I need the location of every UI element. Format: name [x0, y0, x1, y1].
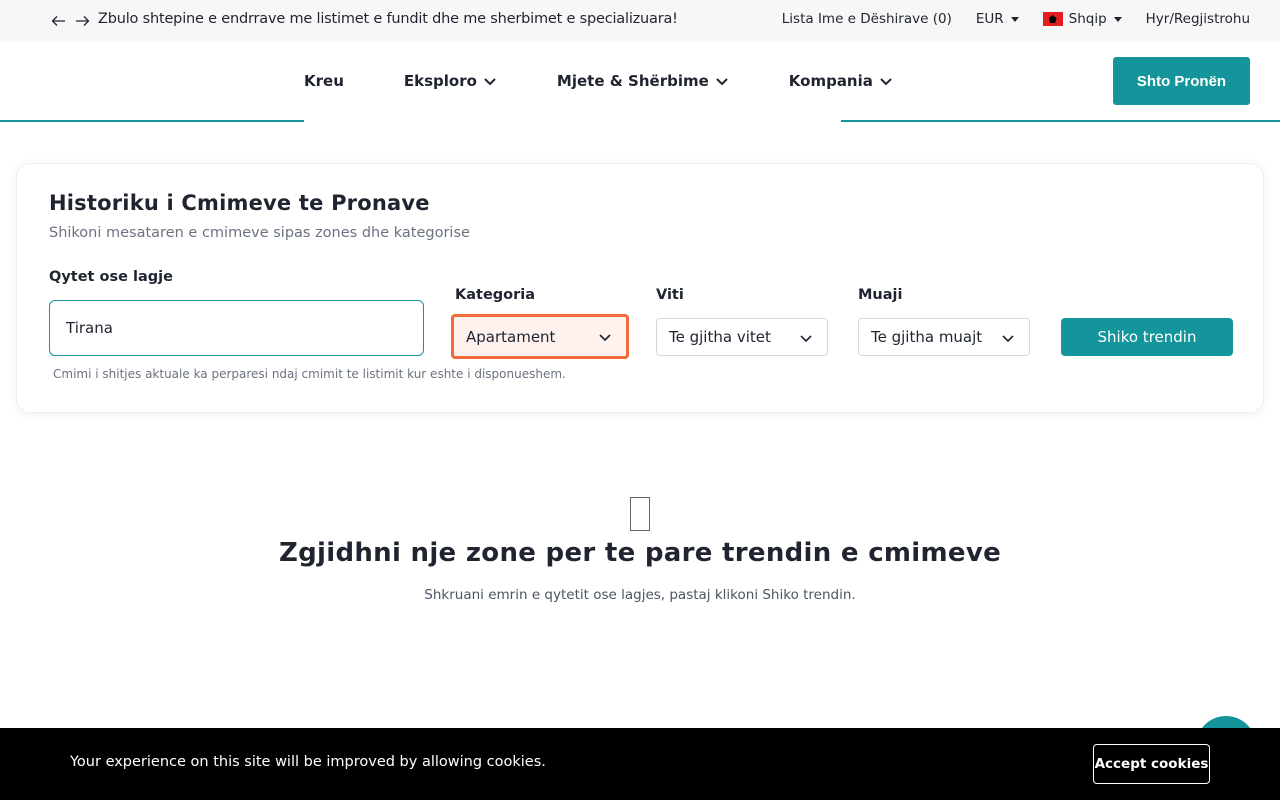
price-hint: Cmimi i shitjes aktuale ka perparesi nda… — [53, 367, 566, 381]
chevron-down-icon — [599, 334, 611, 342]
category-label: Kategoria — [455, 287, 536, 303]
caret-down-icon — [1113, 16, 1122, 22]
announcement-text: Zbulo shtepine e endrrave me listimet e … — [98, 11, 678, 27]
login-link[interactable]: Hyr/Regjistrohu — [1146, 11, 1250, 27]
month-select[interactable]: Te gjitha muajt — [858, 318, 1030, 356]
nav-item-label: Eksploro — [403, 72, 477, 90]
year-select[interactable]: Te gjitha vitet — [656, 318, 828, 356]
city-label: Qytet ose lagje — [49, 269, 173, 285]
category-select[interactable]: Apartament — [451, 314, 629, 359]
nav-item-mjete-sherbime[interactable]: Mjete & Shërbime — [557, 72, 729, 90]
nav-highlight — [304, 120, 841, 122]
language-dropdown[interactable]: Shqip — [1042, 11, 1122, 27]
nav-item-eksploro[interactable]: Eksploro — [404, 72, 497, 90]
page-title: Historiku i Cmimeve te Pronave — [49, 191, 430, 215]
nav-item-kompania[interactable]: Kompania — [789, 72, 893, 90]
arrow-left-icon[interactable] — [50, 12, 66, 30]
topbar-actions: Lista Ime e Dëshirave (0) EUR Shqip Hyr/… — [758, 11, 1250, 27]
page-subtitle: Shikoni mesataren e cmimeve sipas zones … — [49, 225, 470, 241]
month-value: Te gjitha muajt — [871, 328, 983, 346]
chevron-down-icon — [716, 78, 728, 86]
chevron-down-icon — [1002, 335, 1014, 343]
nav-item-label: Kompania — [788, 72, 873, 90]
chevron-down-icon — [880, 78, 892, 86]
announcement-arrows — [50, 12, 90, 30]
cookie-banner: Your experience on this site will be imp… — [0, 728, 1280, 800]
nav-item-label: Kreu — [304, 72, 344, 90]
add-property-button[interactable]: Shto Pronën — [1113, 57, 1250, 105]
albania-flag-icon — [1042, 12, 1063, 26]
empty-state-subtitle: Shkruani emrin e qytetit ose lagjes, pas… — [424, 587, 856, 603]
caret-down-icon — [1010, 16, 1019, 22]
accept-cookies-button[interactable]: Accept cookies — [1093, 744, 1210, 784]
language-label: Shqip — [1068, 11, 1107, 27]
show-trend-button[interactable]: Shiko trendin — [1061, 318, 1233, 356]
arrow-right-icon[interactable] — [74, 12, 90, 30]
empty-state-title: Zgjidhni nje zone per te pare trendin e … — [278, 538, 1002, 568]
currency-dropdown[interactable]: EUR — [976, 11, 1019, 27]
year-value: Te gjitha vitet — [669, 328, 771, 346]
wishlist-link[interactable]: Lista Ime e Dëshirave (0) — [782, 11, 952, 27]
year-label: Viti — [656, 287, 684, 303]
chart-placeholder-icon — [630, 497, 650, 531]
chevron-down-icon — [484, 78, 496, 86]
nav-item-kreu[interactable]: Kreu — [304, 72, 344, 90]
cookie-message: Your experience on this site will be imp… — [70, 754, 546, 770]
price-history-search-card: Historiku i Cmimeve te Pronave Shikoni m… — [16, 163, 1264, 413]
category-value: Apartament — [466, 327, 556, 346]
announcement-bar: Zbulo shtepine e endrrave me listimet e … — [0, 0, 1280, 42]
nav-item-label: Mjete & Shërbime — [556, 72, 709, 90]
nav-menu: Kreu Eksploro Mjete & Shërbime Kompania — [304, 72, 953, 90]
currency-label: EUR — [975, 11, 1004, 27]
chevron-down-icon — [800, 335, 812, 343]
month-label: Muaji — [858, 287, 903, 303]
main-navbar: Kreu Eksploro Mjete & Shërbime Kompania … — [0, 42, 1280, 122]
city-input[interactable] — [49, 300, 424, 356]
